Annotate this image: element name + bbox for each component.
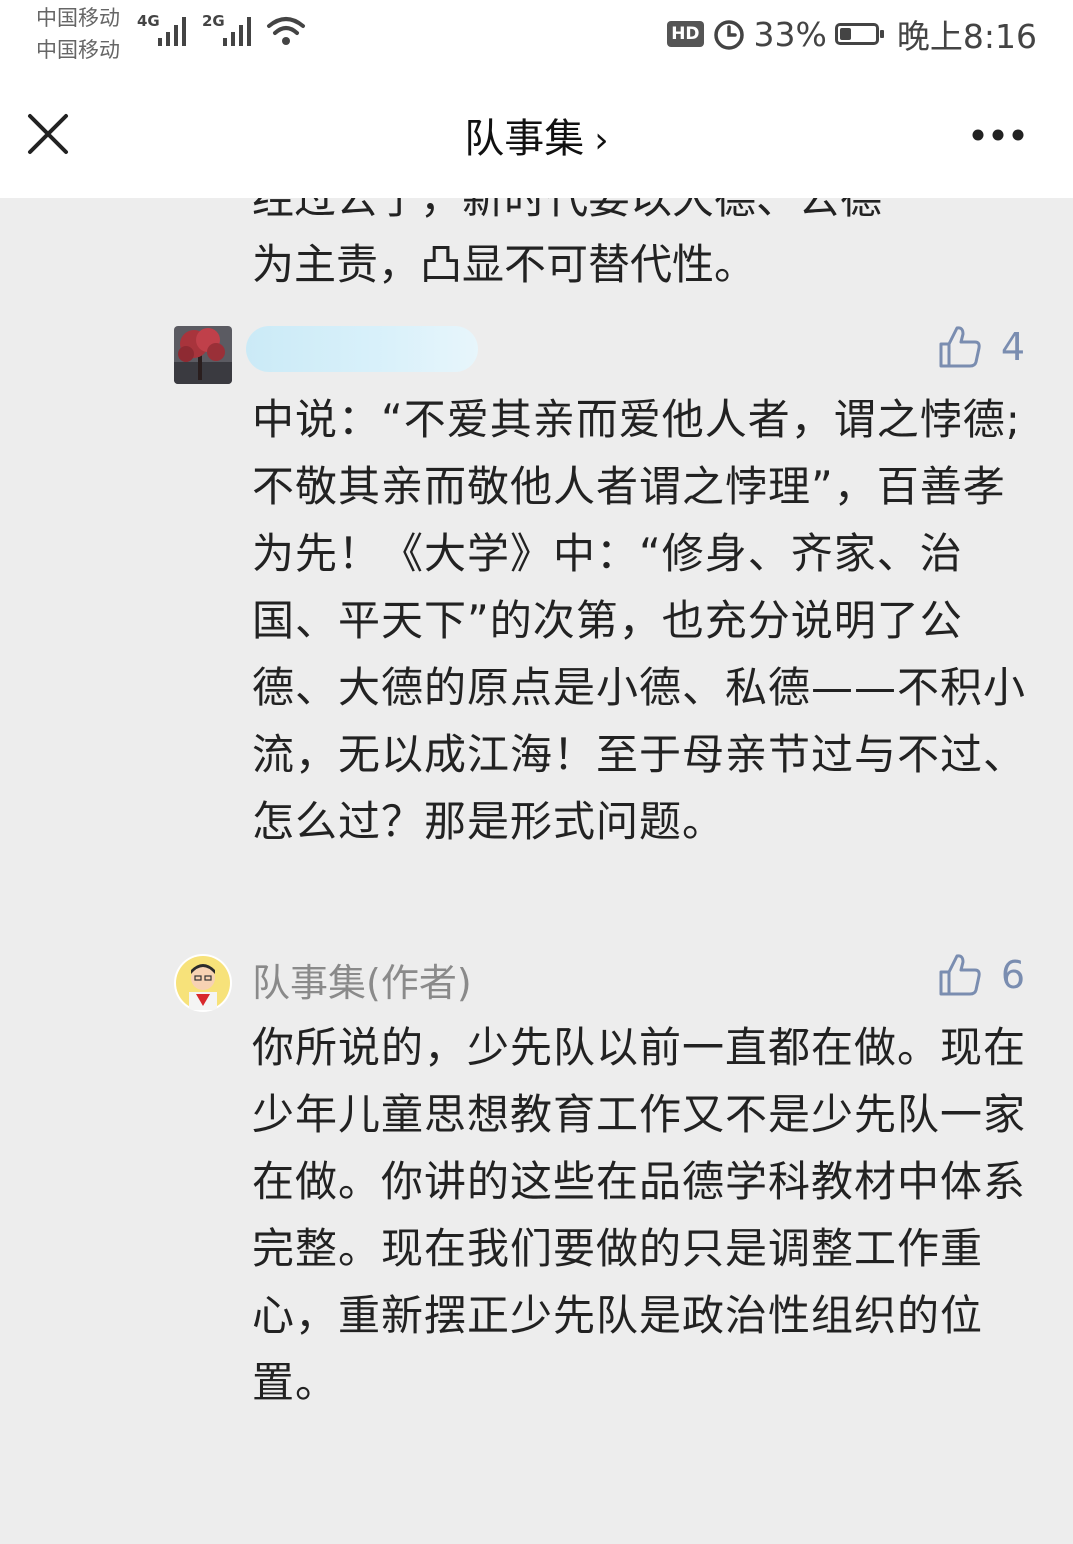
tree-avatar-image — [174, 326, 232, 384]
like-count: 6 — [1000, 953, 1025, 997]
avatar[interactable] — [174, 954, 232, 1012]
previous-comment-cut-line: 经过公了，新时代要以大德、公德 — [252, 198, 883, 223]
battery-percent: 33% — [753, 14, 827, 54]
alarm-icon — [713, 20, 744, 50]
thumbs-up-icon — [939, 954, 981, 996]
carrier-label-2: 中国移动 — [36, 38, 120, 62]
comment-text: 中说：“不爱其亲而爱他人者，谓之悖德;不敬其亲而敬他人者谓之悖理”，百善孝为先！… — [252, 395, 1027, 846]
previous-comment-last-line: 为主责，凸显不可替代性。 — [252, 240, 757, 289]
battery-icon — [834, 23, 884, 45]
nav-bar: 队事集 › — [0, 70, 1073, 198]
like-button[interactable]: 4 — [937, 324, 1025, 370]
carrier-label-1: 中国移动 — [36, 6, 120, 30]
like-button[interactable]: 6 — [937, 952, 1025, 998]
signal-icon — [223, 17, 251, 46]
chevron-right-icon: › — [594, 120, 609, 161]
comment-author[interactable]: 队事集(作者) — [252, 952, 472, 1007]
comment-text: 你所说的，少先队以前一直都在做。现在少年儿童思想教育工作又不是少先队一家在做。你… — [252, 1023, 1027, 1407]
signal-icon — [158, 17, 186, 46]
page-title-text: 队事集 — [464, 116, 585, 162]
wifi-icon — [267, 17, 305, 45]
battery-fill — [839, 28, 851, 40]
more-icon[interactable] — [971, 124, 1025, 146]
young-pioneer-avatar-image — [174, 954, 232, 1012]
hd-badge: HD — [667, 21, 704, 47]
redacted-name — [246, 326, 478, 372]
avatar[interactable] — [174, 326, 232, 384]
like-count: 4 — [1000, 325, 1025, 369]
page-title[interactable]: 队事集 › — [0, 106, 1073, 164]
thumbs-up-icon — [939, 326, 981, 368]
status-bar: 中国移动 中国移动 4G 2G HD 33% 晚上8:16 — [0, 0, 1073, 70]
comment-list[interactable]: 经过公了，新时代要以大德、公德 为主责，凸显不可替代性。 4 中说：“不爱其亲而… — [0, 198, 1073, 1544]
clock: 晚上8:16 — [896, 17, 1037, 56]
status-right-group: HD 33% 晚上8:16 — [667, 14, 1037, 56]
